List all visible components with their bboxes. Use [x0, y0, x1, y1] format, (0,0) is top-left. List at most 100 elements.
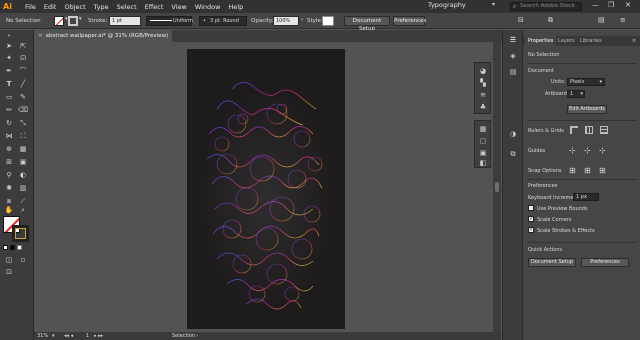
selection-tool-icon[interactable]: ➤ [4, 42, 14, 51]
scale-corners-checkbox[interactable]: ✓ [528, 216, 534, 222]
opacity-label[interactable]: Opacity: [251, 18, 274, 24]
menu-edit[interactable]: Edit [40, 3, 61, 11]
symbol-sprayer-tool-icon[interactable]: ✺ [4, 184, 14, 193]
snap-to-point-icon[interactable]: ⊞ [569, 166, 576, 175]
tab-libraries[interactable]: Libraries [577, 36, 605, 46]
color-guide-icon[interactable]: ◑ [509, 130, 517, 138]
panel-menu-icon[interactable]: ≡ [629, 36, 639, 46]
pen-tool-icon[interactable]: ✒ [4, 67, 14, 76]
document-tab[interactable]: × abstract wallpaper.ai* @ 31% (RGB/Previ… [34, 30, 172, 42]
collapse-icon[interactable]: « [4, 32, 14, 41]
tab-properties[interactable]: Properties [525, 36, 557, 46]
vertical-scrollbar[interactable] [493, 42, 501, 332]
artboard[interactable] [187, 49, 345, 329]
document-setup-button[interactable]: Document Setup [528, 258, 576, 267]
opacity-field[interactable]: 100% [273, 16, 299, 26]
artboard-select[interactable]: 1 ▾ [567, 90, 585, 98]
brush-definition[interactable]: • 3 pt. Round [199, 16, 247, 26]
variable-width-profile[interactable]: Uniform [146, 16, 193, 26]
stroke-panel-icon[interactable]: ▦ [479, 125, 487, 133]
edit-artboards-button[interactable]: Edit Artboards [567, 105, 607, 114]
menu-window[interactable]: Window [191, 3, 225, 11]
menu-type[interactable]: Type [90, 3, 113, 11]
line-tool-icon[interactable]: ╱ [18, 80, 28, 89]
chevron-right-icon[interactable]: › [196, 332, 198, 340]
artboards-panel-icon[interactable]: ⧉ [509, 150, 517, 158]
minimize-button[interactable]: — [592, 1, 599, 9]
menu-file[interactable]: File [21, 3, 40, 11]
properties-panel-icon[interactable]: ☰ [509, 36, 517, 44]
preferences-button[interactable]: Preferences [393, 16, 426, 26]
panel-menu-icon[interactable]: ≡ [620, 16, 626, 24]
drawing-mode-icon[interactable]: ◫ [4, 256, 14, 265]
fill-swatch[interactable] [54, 16, 64, 26]
preferences-button[interactable]: Preferences [581, 258, 629, 267]
document-setup-button[interactable]: Document Setup [344, 16, 390, 32]
scale-strokes-checkbox[interactable]: ✓ [528, 227, 534, 233]
appearance-panel-icon[interactable]: ◧ [479, 159, 487, 167]
mesh-tool-icon[interactable]: ⊞ [4, 158, 14, 167]
paintbrush-tool-icon[interactable]: ✎ [18, 93, 28, 102]
keyboard-increment-field[interactable]: 1 px [573, 193, 599, 201]
swatches-icon[interactable]: ▚ [479, 79, 487, 87]
restore-button[interactable]: ❐ [608, 1, 614, 9]
chevron-down-icon[interactable]: ▾ [492, 1, 495, 8]
menu-help[interactable]: Help [224, 3, 247, 11]
shape-builder-tool-icon[interactable]: ⊕ [4, 145, 14, 154]
rulers-icon[interactable] [570, 126, 578, 134]
scale-tool-icon[interactable]: ⤡ [18, 119, 28, 128]
eraser-tool-icon[interactable]: ⌫ [18, 106, 28, 115]
close-button[interactable]: ✕ [625, 1, 631, 9]
brushes-icon[interactable]: ≋ [479, 91, 487, 99]
lock-guides-icon[interactable]: ⊹ [584, 146, 591, 155]
libraries-panel-icon[interactable]: ▤ [509, 68, 517, 76]
chevron-right-icon[interactable]: › [301, 16, 303, 23]
menu-view[interactable]: View [167, 3, 190, 11]
color-icon[interactable]: ◕ [479, 67, 487, 75]
width-tool-icon[interactable]: ⋈ [4, 132, 14, 141]
transparency-panel-icon[interactable]: ▣ [479, 149, 487, 157]
artboard-tool-icon[interactable]: ⧈ [4, 197, 14, 206]
stroke-label[interactable]: Stroke: [88, 18, 107, 24]
zoom-level[interactable]: 31% [37, 332, 48, 340]
canvas-area[interactable] [34, 42, 493, 332]
stroke-weight-field[interactable]: 1 pt [109, 16, 141, 26]
arrange-icon[interactable]: ▤ [598, 16, 605, 24]
curvature-tool-icon[interactable]: ⌒ [18, 67, 28, 76]
snap-to-pixel-icon[interactable]: ⊞ [599, 166, 606, 175]
use-preview-bounds-checkbox[interactable] [528, 205, 534, 211]
style-swatch[interactable] [322, 16, 334, 26]
scroll-thumb[interactable] [495, 182, 499, 192]
lasso-tool-icon[interactable]: ᘏ [18, 54, 28, 63]
magic-wand-tool-icon[interactable]: ✦ [4, 54, 14, 63]
show-guides-icon[interactable]: ⊹ [569, 146, 576, 155]
perspective-grid-tool-icon[interactable]: ▦ [18, 145, 28, 154]
eyedropper-tool-icon[interactable]: ⚲ [4, 171, 14, 180]
menu-object[interactable]: Object [60, 3, 89, 11]
menu-effect[interactable]: Effect [141, 3, 168, 11]
column-graph-tool-icon[interactable]: ▥ [18, 184, 28, 193]
smart-guides-icon[interactable]: ⊹ [599, 146, 606, 155]
draw-inside-icon[interactable]: ▫ [18, 256, 28, 265]
next-artboard-icon[interactable]: ▸ ▸▸ [94, 332, 103, 340]
grid-icon[interactable] [585, 126, 593, 134]
hand-tool-icon[interactable]: ✋ [4, 206, 14, 215]
symbols-icon[interactable]: ♣ [479, 103, 487, 111]
menu-select[interactable]: Select [113, 3, 141, 11]
close-icon[interactable]: × [38, 33, 43, 39]
default-stroke-swatch[interactable] [10, 245, 15, 250]
snap-to-grid-icon[interactable]: ⊞ [584, 166, 591, 175]
zoom-tool-icon[interactable]: ⌕ [18, 206, 28, 215]
artboard-number[interactable]: 1 [86, 332, 89, 340]
transform-icon[interactable]: ⧉ [548, 16, 553, 25]
chevron-down-icon[interactable]: ▾ [79, 16, 82, 22]
stock-search-input[interactable]: ⌕ Search Adobe Stock [510, 2, 582, 11]
chevron-down-icon[interactable]: ▾ [52, 332, 55, 340]
units-select[interactable]: Pixels ▾ [567, 78, 605, 86]
gradient-tool-icon[interactable]: ▣ [18, 158, 28, 167]
layers-panel-icon[interactable]: ◈ [509, 52, 517, 60]
tab-layers[interactable]: Layers [555, 36, 578, 46]
direct-selection-tool-icon[interactable]: ⇱ [18, 42, 28, 51]
transparency-grid-icon[interactable] [600, 126, 608, 134]
slice-tool-icon[interactable]: ⟋ [18, 197, 28, 206]
